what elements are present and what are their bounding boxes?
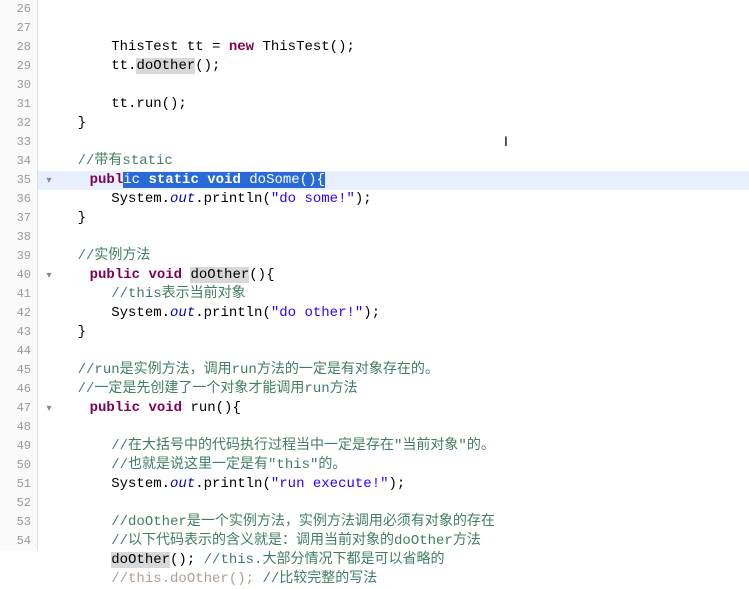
line-number: 30 bbox=[0, 76, 31, 95]
line-number: 31 bbox=[0, 95, 31, 114]
line-number: 47 bbox=[0, 399, 31, 418]
code-line[interactable]: } bbox=[38, 323, 749, 342]
line-number: 27 bbox=[0, 19, 31, 38]
line-number: 49 bbox=[0, 437, 31, 456]
code-line[interactable] bbox=[38, 494, 749, 513]
code-line[interactable]: //run是实例方法，调用run方法的一定是有对象存在的。 bbox=[38, 361, 749, 380]
line-number: 29 bbox=[0, 57, 31, 76]
code-line[interactable]: System.out.println("do some!"); bbox=[38, 190, 749, 209]
code-line[interactable]: //在大括号中的代码执行过程当中一定是存在"当前对象"的。 bbox=[38, 437, 749, 456]
line-number: 32 bbox=[0, 114, 31, 133]
fold-toggle-icon[interactable]: ▾ bbox=[44, 400, 54, 419]
line-number: 34 bbox=[0, 152, 31, 171]
code-line[interactable] bbox=[38, 228, 749, 247]
line-number: 26 bbox=[0, 0, 31, 19]
code-line[interactable]: tt.doOther(); bbox=[38, 57, 749, 76]
code-line[interactable]: ThisTest tt = new ThisTest(); bbox=[38, 38, 749, 57]
code-editor[interactable]: I ThisTest tt = new ThisTest(); tt.doOth… bbox=[38, 0, 749, 550]
line-number: 51 bbox=[0, 475, 31, 494]
code-line[interactable] bbox=[38, 133, 749, 152]
code-line[interactable]: //this.doOther(); //比较完整的写法 bbox=[38, 570, 749, 589]
line-number: 44 bbox=[0, 342, 31, 361]
line-number: 39 bbox=[0, 247, 31, 266]
code-line[interactable]: System.out.println("run execute!"); bbox=[38, 475, 749, 494]
line-number: 50 bbox=[0, 456, 31, 475]
code-line[interactable]: //带有static bbox=[38, 152, 749, 171]
code-line[interactable]: //this表示当前对象 bbox=[38, 285, 749, 304]
line-number-gutter: 2627282930313233343536373839404142434445… bbox=[0, 0, 38, 550]
code-line[interactable]: //也就是说这里一定是有"this"的。 bbox=[38, 456, 749, 475]
code-line[interactable]: //实例方法 bbox=[38, 247, 749, 266]
code-line[interactable]: ▾ public void doOther(){ bbox=[38, 266, 749, 285]
line-number: 36 bbox=[0, 190, 31, 209]
code-line[interactable]: } bbox=[38, 209, 749, 228]
code-line[interactable]: //doOther是一个实例方法，实例方法调用必须有对象的存在 bbox=[38, 513, 749, 532]
line-number: 52 bbox=[0, 494, 31, 513]
line-number: 42 bbox=[0, 304, 31, 323]
code-line[interactable]: } bbox=[38, 114, 749, 133]
code-line[interactable]: System.out.println("do other!"); bbox=[38, 304, 749, 323]
code-line[interactable]: //以下代码表示的含义就是：调用当前对象的doOther方法 bbox=[38, 532, 749, 551]
line-number: 48 bbox=[0, 418, 31, 437]
line-number: 45 bbox=[0, 361, 31, 380]
fold-toggle-icon[interactable]: ▾ bbox=[44, 172, 54, 191]
line-number: 35 bbox=[0, 171, 31, 190]
fold-toggle-icon[interactable]: ▾ bbox=[44, 267, 54, 286]
line-number: 54 bbox=[0, 532, 31, 551]
line-number: 37 bbox=[0, 209, 31, 228]
code-line[interactable] bbox=[38, 76, 749, 95]
line-number: 46 bbox=[0, 380, 31, 399]
line-number: 33 bbox=[0, 133, 31, 152]
code-line[interactable]: ▾ public static void doSome(){ bbox=[38, 171, 749, 190]
code-line[interactable] bbox=[38, 418, 749, 437]
code-line[interactable]: ▾ public void run(){ bbox=[38, 399, 749, 418]
line-number: 38 bbox=[0, 228, 31, 247]
line-number: 28 bbox=[0, 38, 31, 57]
code-line[interactable]: doOther(); //this.大部分情况下都是可以省略的 bbox=[38, 551, 749, 570]
line-number: 41 bbox=[0, 285, 31, 304]
code-line[interactable]: tt.run(); bbox=[38, 95, 749, 114]
line-number: 40 bbox=[0, 266, 31, 285]
line-number: 43 bbox=[0, 323, 31, 342]
text-selection: ic bbox=[123, 172, 140, 188]
code-line[interactable] bbox=[38, 342, 749, 361]
code-line[interactable]: //一定是先创建了一个对象才能调用run方法 bbox=[38, 380, 749, 399]
line-number: 53 bbox=[0, 513, 31, 532]
